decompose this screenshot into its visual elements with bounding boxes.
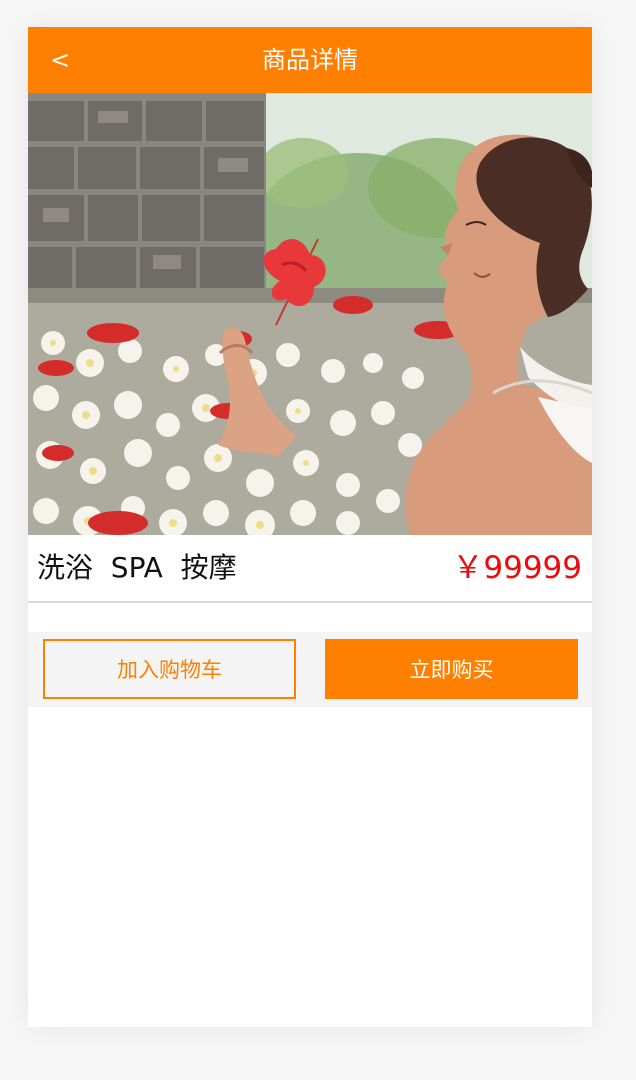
product-name: 洗浴 SPA 按摩 [37,551,237,584]
product-price: ￥99999 [452,550,582,586]
spa-photo-icon [28,93,592,535]
phone-screen: < 商品详情 洗浴 SPA 按摩 ￥99999 加入购物车 立即购买 [28,27,592,1027]
purchase-actions: 加入购物车 立即购买 [28,632,592,707]
page-title: 商品详情 [262,46,358,74]
add-to-cart-button[interactable]: 加入购物车 [43,639,296,699]
buy-now-button[interactable]: 立即购买 [325,639,578,699]
product-info: 洗浴 SPA 按摩 ￥99999 [28,535,592,603]
top-bar: < 商品详情 [28,27,592,93]
product-image [28,93,592,535]
